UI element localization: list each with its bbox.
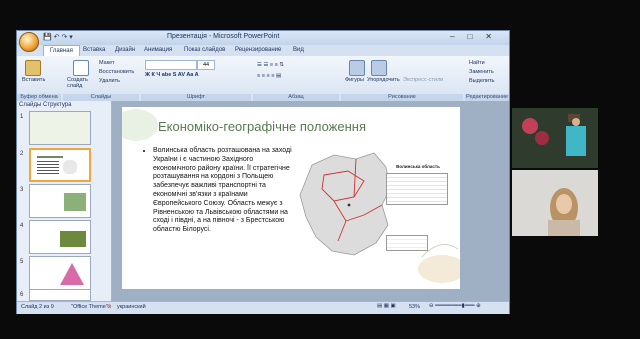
window-title: Презентація - Microsoft PowerPoint [167, 33, 280, 40]
participant-image [512, 170, 598, 236]
map-table [386, 173, 448, 205]
paste-icon[interactable] [25, 60, 41, 76]
view-buttons[interactable]: ▤ ▦ ▣ [377, 303, 396, 309]
shapes-button[interactable]: Фигуры [345, 77, 364, 83]
font-format-buttons[interactable]: Ж К Ч abe S AV Aa A [145, 72, 199, 78]
thumb-number: 6 [20, 292, 24, 298]
zoom-slider[interactable]: ⊖ ━━━━━━━━▮━━━ ⊕ [429, 303, 481, 309]
map-legend: Волинська область [386, 164, 456, 264]
office-button[interactable] [19, 32, 39, 52]
slide-thumb-3[interactable] [29, 184, 91, 218]
slide-thumb-5[interactable] [29, 256, 91, 290]
tab-design[interactable]: Дизайн [115, 47, 135, 53]
align-buttons[interactable]: ≡ ≡ ≡ ≡ ▤ [257, 73, 281, 79]
tab-slideshow[interactable]: Показ слайдов [184, 47, 225, 53]
group-editing: Редактирование [465, 94, 509, 101]
participant-image [512, 108, 598, 168]
slide-thumb-4[interactable] [29, 220, 91, 254]
ribbon: Вставить Создать слайд Макет Восстановит… [17, 56, 509, 102]
new-slide-button[interactable]: Создать слайд [67, 77, 97, 89]
font-name-select[interactable] [145, 60, 197, 70]
group-paragraph: Абзац [253, 94, 339, 101]
reset-button[interactable]: Восстановить [99, 69, 134, 75]
slide[interactable]: Економіко-географічне положення Волинськ… [122, 107, 460, 289]
layout-button[interactable]: Макет [99, 60, 115, 66]
slide-title: Економіко-географічне положення [158, 119, 366, 134]
bullet-text: Волинська область розташована на заході … [153, 147, 296, 235]
quick-access-toolbar[interactable]: 💾 ↶ ↷ ▾ [43, 33, 73, 41]
participant-video-1[interactable] [512, 108, 598, 168]
title-bar: Презентація - Microsoft PowerPoint 💾 ↶ ↷… [17, 31, 509, 45]
thumb-number: 4 [20, 223, 24, 229]
delete-button[interactable]: Удалить [99, 78, 120, 84]
replace-button[interactable]: Заменить [469, 69, 494, 75]
slide-thumb-6[interactable] [29, 289, 91, 301]
status-bar: Слайд 2 из 9 "Office Theme" ⊗ украинский… [17, 301, 509, 314]
group-drawing: Рисование [341, 94, 463, 101]
shapes-icon[interactable] [349, 60, 365, 76]
slide-body: Волинська область розташована на заході … [144, 147, 296, 235]
window-controls[interactable]: –□✕ [450, 32, 505, 41]
language[interactable]: украинский [117, 304, 146, 310]
participant-video-2[interactable] [512, 170, 598, 236]
slide-counter: Слайд 2 из 9 [21, 304, 54, 310]
tab-view[interactable]: Вид [293, 47, 304, 53]
arrange-icon[interactable] [371, 60, 387, 76]
zoom-level[interactable]: 53% [409, 304, 420, 310]
minimize-button[interactable]: – [450, 32, 467, 41]
font-size-select[interactable]: 44 [197, 60, 215, 70]
map-key [386, 235, 428, 251]
group-font: Шрифт [141, 94, 251, 101]
tab-review[interactable]: Рецензирование [235, 47, 281, 53]
slide-thumb-2[interactable] [29, 148, 91, 182]
map-title: Волинська область [396, 164, 440, 169]
map-region [299, 152, 391, 256]
paste-button[interactable]: Вставить [22, 77, 45, 83]
thumb-number: 1 [20, 114, 24, 120]
tab-animation[interactable]: Анимация [144, 47, 172, 53]
close-button[interactable]: ✕ [485, 32, 505, 41]
panel-tabs[interactable]: Слайды Структура [19, 102, 71, 108]
slide-thumb-1[interactable] [29, 111, 91, 145]
spellcheck-icon[interactable]: ⊗ [107, 304, 112, 310]
thumb-number: 2 [20, 151, 24, 157]
slide-panel: Слайды Структура 1 2 3 4 5 6 [17, 101, 112, 301]
select-button[interactable]: Выделить [469, 78, 494, 84]
volyn-map [299, 152, 391, 256]
city-marker [347, 203, 351, 207]
tab-insert[interactable]: Вставка [83, 47, 105, 53]
group-slides: Слайды [63, 94, 139, 101]
new-slide-icon[interactable] [73, 60, 89, 76]
find-button[interactable]: Найти [469, 60, 485, 66]
theme-name: "Office Theme" [71, 304, 108, 310]
maximize-button[interactable]: □ [467, 32, 485, 41]
group-clipboard: Буфер обмена [17, 94, 61, 101]
thumb-number: 5 [20, 259, 24, 265]
paragraph-buttons[interactable]: ☰ ☰ ≡ ≡ ⇅ [257, 62, 284, 68]
ribbon-tabs: Главная Вставка Дизайн Анимация Показ сл… [17, 45, 509, 57]
arrange-button[interactable]: Упорядочить [367, 77, 400, 83]
quick-styles-button[interactable]: Экспресс-стили [403, 77, 443, 83]
thumb-number: 3 [20, 187, 24, 193]
leaf-decoration [122, 109, 158, 141]
